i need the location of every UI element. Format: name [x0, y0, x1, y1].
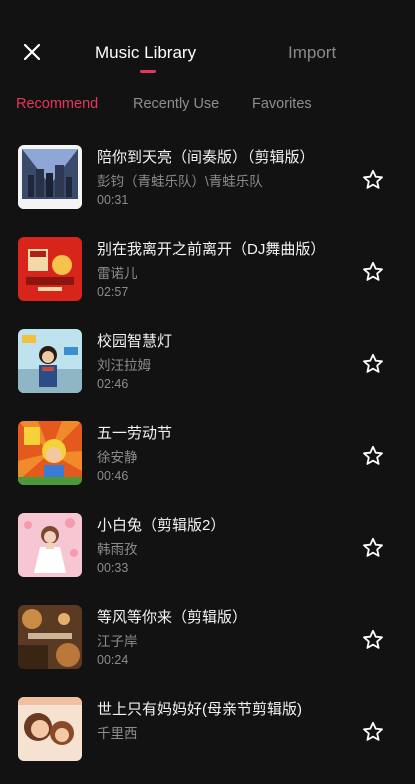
list-item[interactable]: 等风等你来（剪辑版） 江子岸 00:24	[0, 600, 415, 692]
subtab-recommend[interactable]: Recommend	[16, 96, 98, 112]
star-icon[interactable]	[361, 628, 385, 652]
list-item[interactable]: 别在我离开之前离开（DJ舞曲版） 雷诺儿 02:57	[0, 232, 415, 324]
song-artist: 徐安静	[97, 450, 138, 465]
song-duration: 00:31	[97, 193, 129, 207]
tab-import[interactable]: Import	[288, 43, 336, 63]
album-cover	[18, 329, 82, 393]
song-artist: 雷诺儿	[97, 266, 138, 281]
star-icon[interactable]	[361, 536, 385, 560]
song-title: 等风等你来（剪辑版）	[97, 609, 248, 626]
list-item[interactable]: 陪你到天亮（间奏版）（剪辑版） 彭钧（青蛙乐队）\青蛙乐队 00:31	[0, 140, 415, 232]
subtab-recently-use[interactable]: Recently Use	[133, 96, 219, 112]
list-item[interactable]: 小白兔（剪辑版2） 韩雨孜 00:33	[0, 508, 415, 600]
song-title: 别在我离开之前离开（DJ舞曲版）	[97, 241, 326, 258]
song-artist: 千里西	[97, 726, 138, 741]
song-duration: 02:46	[97, 377, 129, 391]
album-cover	[18, 145, 82, 209]
song-title: 世上只有妈妈好(母亲节剪辑版)	[97, 701, 302, 718]
song-artist: 江子岸	[97, 634, 138, 649]
song-duration: 02:57	[97, 285, 129, 299]
subtabs: Recommend Recently Use Favorites	[0, 96, 415, 120]
close-icon[interactable]	[20, 40, 44, 64]
song-duration: 00:24	[97, 653, 129, 667]
song-artist: 刘汪拉姆	[97, 358, 151, 373]
album-cover	[18, 513, 82, 577]
tab-music-library[interactable]: Music Library	[95, 43, 196, 63]
album-cover	[18, 697, 82, 761]
active-tab-indicator	[140, 70, 156, 73]
song-artist: 韩雨孜	[97, 542, 138, 557]
star-icon[interactable]	[361, 720, 385, 744]
song-title: 陪你到天亮（间奏版）（剪辑版）	[97, 149, 315, 166]
star-icon[interactable]	[361, 260, 385, 284]
star-icon[interactable]	[361, 168, 385, 192]
album-cover	[18, 605, 82, 669]
list-item[interactable]: 校园智慧灯 刘汪拉姆 02:46	[0, 324, 415, 416]
header: Music Library Import	[0, 0, 415, 80]
album-cover	[18, 237, 82, 301]
album-cover	[18, 421, 82, 485]
song-title: 五一劳动节	[97, 425, 173, 442]
star-icon[interactable]	[361, 352, 385, 376]
song-duration: 00:46	[97, 469, 129, 483]
list-item[interactable]: 世上只有妈妈好(母亲节剪辑版) 千里西	[0, 692, 415, 784]
star-icon[interactable]	[361, 444, 385, 468]
subtab-favorites[interactable]: Favorites	[252, 96, 312, 112]
song-title: 小白兔（剪辑版2）	[97, 517, 226, 534]
list-item[interactable]: 五一劳动节 徐安静 00:46	[0, 416, 415, 508]
song-artist: 彭钧（青蛙乐队）\青蛙乐队	[97, 174, 263, 189]
song-title: 校园智慧灯	[97, 333, 173, 350]
song-duration: 00:33	[97, 561, 129, 575]
